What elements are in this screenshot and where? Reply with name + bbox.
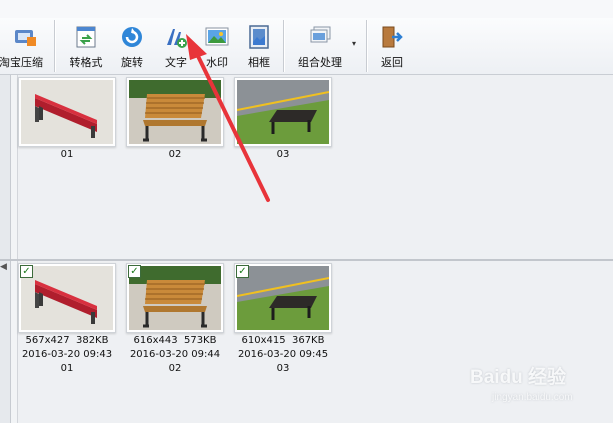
toolbar-separator [54,20,56,72]
black-bench-on-grass-image [237,266,329,330]
image-tile[interactable]: 01 [17,77,117,161]
thumbnail[interactable] [126,77,224,147]
toolbar-separator [283,20,285,72]
combine-process-icon [310,26,331,43]
toolbar-separator [366,20,368,72]
select-checkbox[interactable]: ✓ [128,265,141,278]
photo-frame-icon [249,25,269,49]
image-name: 02 [168,149,182,160]
toolbar-button-label: 文字 [165,56,187,69]
toolbar-button-label: 组合处理 [298,56,342,69]
image-name: 03 [276,149,290,160]
chevron-down-icon[interactable]: ▾ [352,39,362,49]
thumbnail[interactable] [234,77,332,147]
toolbar-button-label: 转格式 [69,56,103,69]
taobao-compress-icon [15,30,36,46]
black-bench-on-grass-image [237,80,329,144]
collapse-arrow-icon[interactable]: ◀ [0,262,7,272]
image-name: 02 [168,363,182,374]
photo-frame-button[interactable]: 相框 [241,21,277,71]
rotate-button[interactable]: 旋转 [113,21,151,71]
image-tile[interactable]: 03 [233,77,333,161]
image-dimensions: 616x443 [133,335,178,346]
back-button[interactable]: 返回 [374,21,410,71]
add-text-icon [167,29,187,48]
convert-format-icon [76,26,96,48]
toolbar-button-label: 淘宝压缩 [0,56,43,69]
toolbar-button-label: 水印 [206,56,228,69]
select-checkbox[interactable]: ✓ [236,265,249,278]
left-splitter[interactable] [0,75,11,423]
output-image-pane: ✓ 567x427 382KB 2016-03-20 09:43 01 ✓ 61… [18,261,613,423]
image-dimensions: 610x415 [241,335,286,346]
thumbnail[interactable]: ✓ [234,263,332,333]
output-image-tile[interactable]: ✓ 616x443 573KB 2016-03-20 09:44 02 [125,263,225,375]
title-strip [0,0,613,18]
image-name: 03 [276,363,290,374]
thumbnail[interactable]: ✓ [18,263,116,333]
toolbar: 淘宝压缩 转格式 旋转 文字 水印 相框 组合处理 ▾ 返回 [0,18,613,75]
wooden-bench-image [129,266,221,330]
image-name: 01 [60,363,74,374]
red-bench-image [21,80,113,144]
thumbnail[interactable]: ✓ [126,263,224,333]
image-dimensions: 567x427 [25,335,70,346]
wooden-bench-image [129,80,221,144]
red-bench-image [21,266,113,330]
image-info: 616x443 573KB [125,335,225,347]
image-datetime: 2016-03-20 09:45 [237,349,329,360]
output-image-tile[interactable]: ✓ 610x415 367KB 2016-03-20 09:45 03 [233,263,333,375]
output-image-tile[interactable]: ✓ 567x427 382KB 2016-03-20 09:43 01 [17,263,117,375]
image-info: 567x427 382KB [17,335,117,347]
toolbar-button-label: 返回 [381,56,403,69]
image-name: 01 [60,149,74,160]
image-info: 610x415 367KB [233,335,333,347]
taobao-compress-button[interactable]: 淘宝压缩 [0,21,50,71]
add-text-button[interactable]: 文字 [157,21,195,71]
back-icon [382,26,403,48]
watermark-icon [205,27,229,46]
rotate-icon [122,27,142,47]
select-checkbox[interactable]: ✓ [20,265,33,278]
image-tile[interactable]: 02 [125,77,225,161]
image-datetime: 2016-03-20 09:43 [21,349,113,360]
image-filesize: 382KB [75,335,109,346]
image-datetime: 2016-03-20 09:44 [129,349,221,360]
image-filesize: 573KB [183,335,217,346]
toolbar-button-label: 相框 [248,56,270,69]
source-image-pane: 01 02 03 [18,75,613,259]
toolbar-button-label: 旋转 [121,56,143,69]
convert-format-button[interactable]: 转格式 [64,21,108,71]
watermark-button[interactable]: 水印 [199,21,235,71]
image-filesize: 367KB [291,335,325,346]
combine-process-button[interactable]: 组合处理 [290,21,350,71]
thumbnail[interactable] [18,77,116,147]
